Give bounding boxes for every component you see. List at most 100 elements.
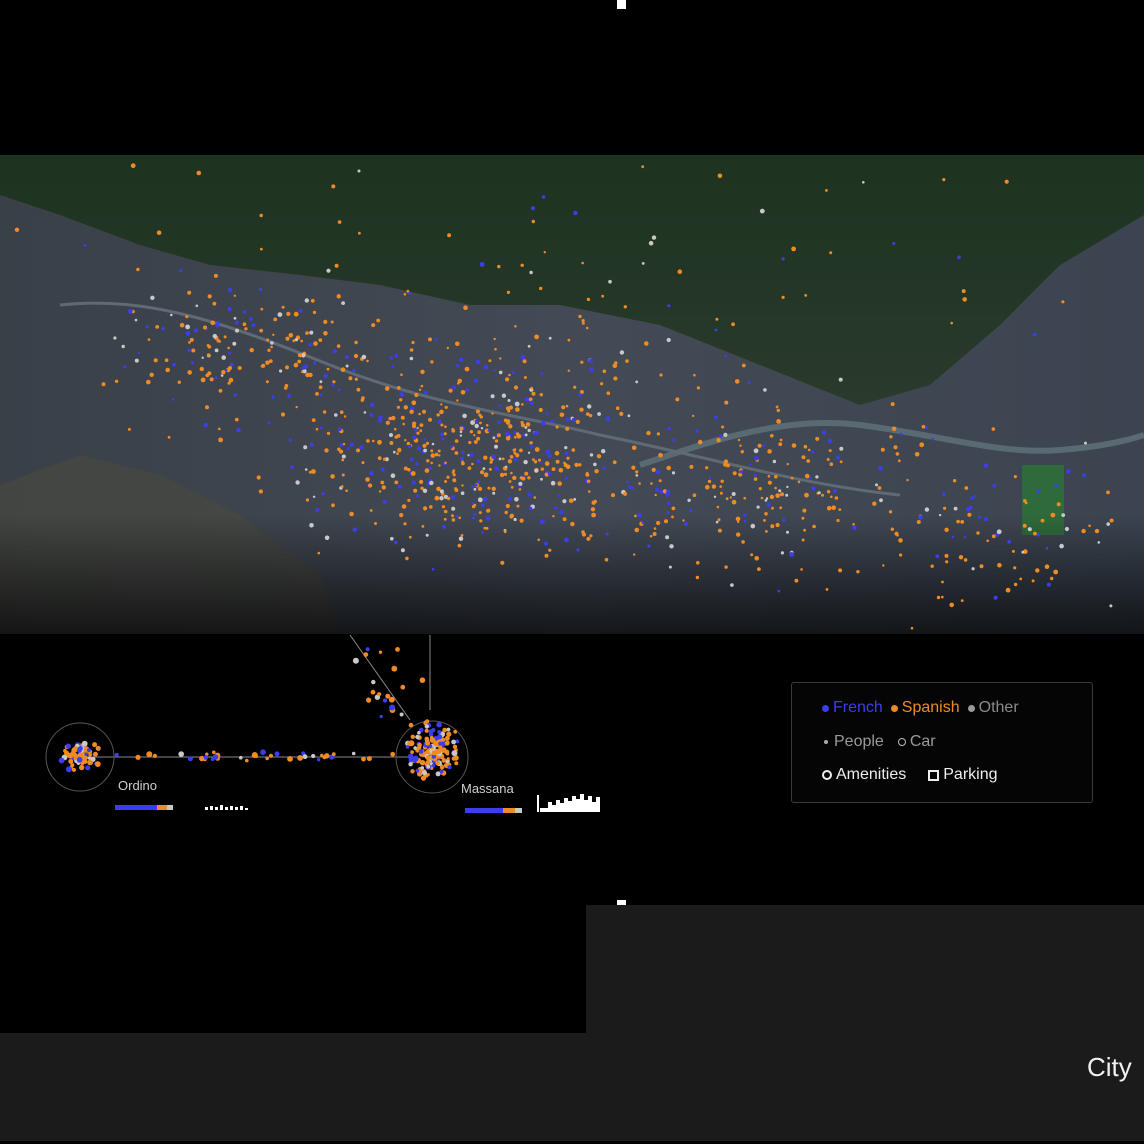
- population-dot: [658, 479, 662, 483]
- population-dot: [780, 551, 785, 555]
- population-dot: [153, 358, 158, 363]
- overlay-dot: [447, 765, 452, 770]
- population-dot: [707, 479, 712, 484]
- overlay-dot: [412, 757, 418, 763]
- population-dot: [1044, 564, 1050, 569]
- population-dot: [631, 465, 636, 470]
- population-dot: [334, 413, 338, 417]
- population-dot: [399, 398, 403, 402]
- population-dot: [695, 429, 699, 433]
- population-dot: [513, 517, 517, 522]
- population-dot: [505, 377, 510, 382]
- population-dot: [221, 355, 226, 360]
- population-dot: [671, 506, 676, 511]
- population-dot: [403, 292, 407, 296]
- population-dot: [424, 390, 429, 395]
- population-dot: [566, 456, 570, 460]
- overlay-dot: [274, 751, 280, 757]
- legend-item-car[interactable]: Car: [897, 733, 936, 751]
- population-dot: [696, 561, 700, 565]
- legend-item-other[interactable]: Other: [967, 699, 1019, 717]
- population-dot: [684, 521, 688, 526]
- satellite-map[interactable]: [0, 155, 1144, 634]
- population-dot: [958, 555, 964, 560]
- population-dot: [511, 370, 515, 375]
- legend-item-amenities[interactable]: Amenities: [822, 766, 906, 784]
- population-dot: [648, 240, 654, 246]
- population-dot: [430, 449, 434, 453]
- overlay-dot: [417, 731, 421, 735]
- legend-item-french[interactable]: French: [822, 699, 883, 717]
- legend-item-parking[interactable]: Parking: [928, 766, 998, 784]
- car-icon: [897, 738, 906, 746]
- overlay-dot: [408, 762, 413, 767]
- population-dot: [370, 402, 375, 408]
- population-dot: [394, 480, 399, 485]
- population-dot: [426, 459, 430, 463]
- population-dot: [456, 399, 459, 402]
- population-dot: [218, 427, 221, 431]
- overlay-dot: [311, 753, 316, 759]
- population-dot: [588, 358, 593, 363]
- population-dot: [422, 488, 428, 493]
- people-icon: [824, 740, 828, 744]
- population-dot: [510, 485, 514, 489]
- overlay-dot: [444, 750, 448, 754]
- population-dot: [811, 450, 815, 454]
- population-dot: [593, 499, 597, 504]
- population-dot: [771, 506, 774, 510]
- legend-item-people[interactable]: People: [822, 733, 884, 751]
- top-handle[interactable]: [617, 0, 626, 9]
- population-dot: [717, 528, 722, 533]
- population-dot: [322, 410, 327, 414]
- population-dot: [879, 498, 883, 503]
- overlay-dot: [419, 677, 426, 683]
- population-dot: [213, 273, 218, 278]
- population-dot: [721, 425, 725, 429]
- population-dot: [326, 431, 331, 435]
- town-network: [45, 634, 600, 813]
- population-dot: [416, 431, 420, 435]
- population-dot: [454, 439, 459, 443]
- population-dot: [579, 407, 584, 412]
- population-dot: [431, 567, 435, 571]
- population-dot: [781, 257, 785, 261]
- overlay-dot: [389, 704, 396, 711]
- population-dot: [199, 366, 204, 372]
- population-dot: [724, 354, 728, 358]
- population-dot: [450, 445, 453, 449]
- overlay-dot: [405, 745, 410, 749]
- population-dot: [601, 449, 606, 454]
- legend-item-spanish[interactable]: Spanish: [890, 699, 960, 717]
- overlay-dot: [135, 754, 141, 760]
- population-dot: [470, 420, 475, 425]
- population-dot: [491, 486, 496, 491]
- population-dot: [390, 536, 394, 541]
- population-dot: [305, 331, 309, 335]
- overlay-dot: [377, 692, 382, 697]
- population-dot: [633, 553, 636, 556]
- population-dot: [469, 430, 474, 434]
- population-dot: [533, 496, 537, 499]
- population-dot: [872, 501, 877, 506]
- population-dot: [892, 242, 896, 245]
- population-dot: [418, 388, 422, 391]
- population-dot: [272, 333, 275, 336]
- population-dot: [637, 512, 642, 518]
- population-dot: [896, 534, 899, 537]
- population-dot: [477, 497, 483, 503]
- population-dot: [504, 465, 508, 468]
- population-dot: [476, 480, 481, 484]
- population-dot: [415, 494, 420, 498]
- population-dot: [899, 432, 903, 436]
- population-dot: [991, 534, 996, 539]
- legend-car-label: Car: [909, 733, 936, 750]
- population-dot: [463, 305, 468, 310]
- population-dot: [1045, 546, 1049, 550]
- population-dot: [758, 487, 762, 491]
- population-dot: [953, 506, 958, 511]
- population-dot: [613, 376, 618, 381]
- population-dot: [760, 496, 764, 500]
- population-dot: [801, 516, 805, 520]
- population-dot: [337, 447, 341, 452]
